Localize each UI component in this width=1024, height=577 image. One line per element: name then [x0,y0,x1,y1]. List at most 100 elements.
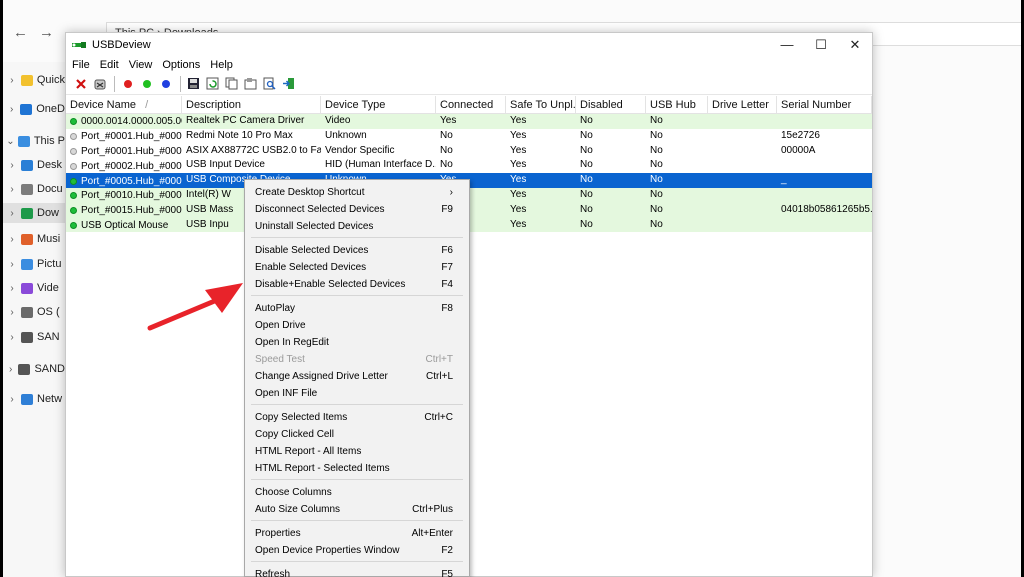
chevron-icon[interactable]: ⌄ [3,136,18,147]
chevron-icon[interactable]: › [3,332,21,343]
table-cell[interactable]: Port_#0002.Hub_#0001 [66,158,182,173]
sidebar-item[interactable]: › OneD [3,99,65,119]
sidebar-item[interactable]: › Vide [3,278,65,298]
table-cell[interactable]: No [576,188,646,203]
chevron-icon[interactable]: › [3,104,20,115]
chevron-icon[interactable]: › [3,160,21,171]
chevron-icon[interactable]: › [3,259,21,270]
table-cell[interactable]: Yes [436,114,506,129]
forward-arrow-icon[interactable]: → [39,24,54,41]
table-cell[interactable]: 0000.0014.0000.005.00... [66,114,182,129]
chevron-icon[interactable]: › [3,184,21,195]
table-cell[interactable]: No [646,173,708,188]
table-cell[interactable] [708,158,777,173]
table-cell[interactable]: Redmi Note 10 Pro Max [182,129,321,144]
table-cell[interactable]: No [576,144,646,159]
table-cell[interactable]: ASIX AX88772C USB2.0 to Fast... [182,144,321,159]
table-cell[interactable]: Port_#0001.Hub_#0001 [66,144,182,159]
table-cell[interactable]: Video [321,114,436,129]
menu-item-choose-columns[interactable]: Choose Columns [245,484,469,501]
table-cell[interactable]: Yes [506,203,576,218]
minimize-button[interactable]: — [770,37,804,53]
table-cell[interactable] [708,218,777,233]
table-cell[interactable]: 00000A [777,144,872,159]
table-cell[interactable] [777,188,872,203]
menu-item-open-drive[interactable]: Open Drive [245,317,469,334]
table-cell[interactable]: _ [777,173,872,188]
column-header[interactable]: Safe To Unpl... [506,96,576,113]
table-cell[interactable] [777,114,872,129]
copy-icon[interactable] [223,75,240,92]
table-cell[interactable]: No [646,144,708,159]
column-header[interactable]: Device Name / [66,96,182,113]
table-cell[interactable]: No [576,114,646,129]
sidebar-item[interactable]: › Desk [3,155,65,175]
chevron-icon[interactable]: › [3,394,21,405]
table-cell[interactable]: 04018b05861265b5... [777,203,872,218]
sidebar-item[interactable]: › SAN [3,327,65,347]
sidebar-item[interactable]: › Dow [3,203,65,223]
menu-item-open-device-properties-window[interactable]: Open Device Properties Window F2 [245,542,469,559]
menu-item-auto-size-columns[interactable]: Auto Size Columns Ctrl+Plus [245,501,469,518]
chevron-icon[interactable]: › [3,364,18,375]
disconnect-icon[interactable] [72,75,89,92]
close-button[interactable]: ✕ [838,37,872,53]
table-cell[interactable]: Yes [506,144,576,159]
table-cell[interactable]: No [646,218,708,233]
disable-device-icon[interactable] [119,75,136,92]
table-cell[interactable]: Yes [506,129,576,144]
chevron-icon[interactable]: › [3,307,21,318]
sidebar-item[interactable]: › SAND [3,359,65,379]
table-cell[interactable]: Realtek PC Camera Driver [182,114,321,129]
sidebar-item[interactable]: › Netw [3,389,65,409]
back-arrow-icon[interactable]: ← [13,24,28,41]
table-cell[interactable]: Yes [506,158,576,173]
table-cell[interactable]: No [646,188,708,203]
table-cell[interactable]: Unknown [321,129,436,144]
table-cell[interactable]: Port_#0005.Hub_#0001 [66,173,182,188]
table-cell[interactable] [777,158,872,173]
table-row[interactable]: Port_#0001.Hub_#0001 Redmi Note 10 Pro Ma… [66,128,872,144]
table-cell[interactable]: Vendor Specific [321,144,436,159]
properties-icon[interactable] [242,75,259,92]
menu-file[interactable]: File [68,59,96,71]
menu-item-disconnect-selected-devices[interactable]: Disconnect Selected Devices F9 [245,201,469,218]
title-bar[interactable]: USBDeview — ☐ ✕ [66,33,872,57]
table-cell[interactable]: No [646,129,708,144]
table-cell[interactable]: No [436,158,506,173]
table-cell[interactable]: Yes [506,188,576,203]
table-cell[interactable] [708,114,777,129]
table-cell[interactable]: No [646,203,708,218]
column-header[interactable]: Disabled [576,96,646,113]
table-cell[interactable]: Port_#0015.Hub_#0001 [66,203,182,218]
table-cell[interactable]: HID (Human Interface D... [321,158,436,173]
table-cell[interactable]: Port_#0001.Hub_#0001 [66,129,182,144]
menu-help[interactable]: Help [206,59,239,71]
menu-item-properties[interactable]: Properties Alt+Enter [245,525,469,542]
table-cell[interactable]: No [576,129,646,144]
chevron-icon[interactable]: › [3,234,21,245]
sidebar-item[interactable]: › Pictu [3,254,65,274]
sidebar-item[interactable]: › Musi [3,229,65,249]
menu-item-open-inf-file[interactable]: Open INF File [245,385,469,402]
save-icon[interactable] [185,75,202,92]
table-cell[interactable]: Yes [506,218,576,233]
table-cell[interactable] [777,218,872,233]
table-cell[interactable]: No [436,129,506,144]
menu-item-uninstall-selected-devices[interactable]: Uninstall Selected Devices [245,218,469,235]
table-row[interactable]: Port_#0002.Hub_#0001 USB Input Device HID … [66,158,872,174]
table-cell[interactable]: No [576,203,646,218]
table-cell[interactable]: No [646,114,708,129]
menu-item-change-assigned-drive-letter[interactable]: Change Assigned Drive Letter Ctrl+L [245,368,469,385]
menu-item-html-report-all-items[interactable]: HTML Report - All Items [245,443,469,460]
column-header[interactable]: Description [182,96,321,113]
menu-item-open-in-regedit[interactable]: Open In RegEdit [245,334,469,351]
column-header[interactable]: Drive Letter [708,96,777,113]
refresh-icon[interactable] [204,75,221,92]
menu-item-disable-enable-selected-devices[interactable]: Disable+Enable Selected Devices F4 [245,276,469,293]
menu-item-disable-selected-devices[interactable]: Disable Selected Devices F6 [245,242,469,259]
menu-edit[interactable]: Edit [96,59,125,71]
table-cell[interactable]: USB Input Device [182,158,321,173]
column-header[interactable]: Device Type [321,96,436,113]
table-cell[interactable]: No [576,173,646,188]
